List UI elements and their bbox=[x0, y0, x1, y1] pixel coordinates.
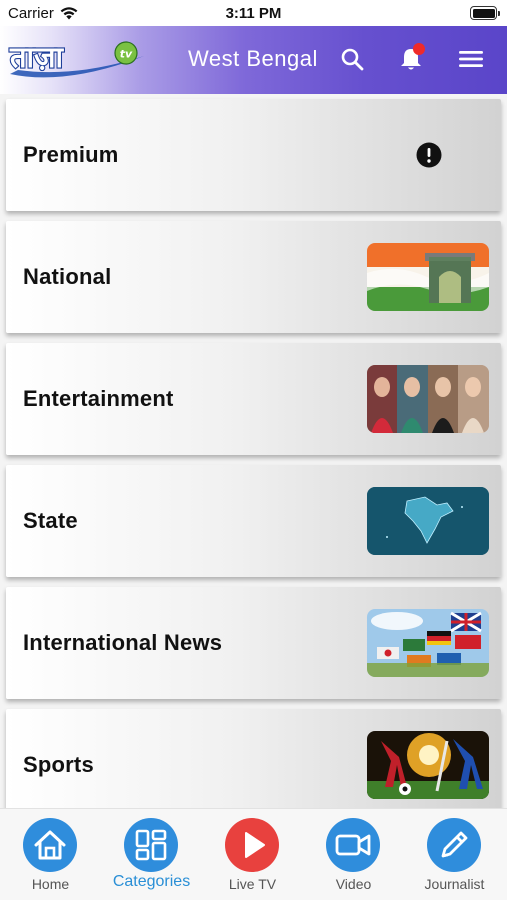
notifications-button[interactable] bbox=[394, 42, 428, 76]
category-title: International News bbox=[23, 630, 223, 655]
sports-image bbox=[367, 731, 489, 799]
play-icon bbox=[225, 818, 279, 872]
category-card-international-news[interactable]: International News bbox=[6, 587, 501, 699]
category-list[interactable]: Premium National Entertainment State Int… bbox=[0, 94, 507, 808]
tab-live-tv[interactable]: Live TV bbox=[202, 809, 303, 900]
category-card-national[interactable]: National bbox=[6, 221, 501, 333]
search-button[interactable] bbox=[335, 42, 369, 76]
flags-image bbox=[367, 609, 489, 677]
logo-badge: tv bbox=[120, 48, 133, 61]
category-title: State bbox=[23, 508, 78, 533]
logo-text: ताज़ा bbox=[9, 40, 65, 74]
bottom-tab-bar: Home Categories Live TV Video Journalist bbox=[0, 808, 507, 900]
tab-categories[interactable]: Categories bbox=[101, 809, 202, 900]
tab-home[interactable]: Home bbox=[0, 809, 101, 900]
app-header: ताज़ा tv West Bengal bbox=[0, 26, 507, 94]
india-gate-image bbox=[367, 243, 489, 311]
info-icon bbox=[416, 142, 442, 168]
menu-icon bbox=[459, 51, 483, 67]
category-title: Sports bbox=[23, 752, 94, 777]
tab-label: Video bbox=[335, 876, 372, 892]
notification-badge bbox=[413, 43, 425, 55]
home-icon bbox=[23, 818, 77, 872]
tab-video[interactable]: Video bbox=[303, 809, 404, 900]
category-card-state[interactable]: State bbox=[6, 465, 501, 577]
category-title: Entertainment bbox=[23, 386, 174, 411]
actresses-image bbox=[367, 365, 489, 433]
category-card-premium[interactable]: Premium bbox=[6, 99, 501, 211]
tab-label: Journalist bbox=[424, 876, 485, 892]
region-selector[interactable]: West Bengal bbox=[188, 46, 318, 72]
india-map-image bbox=[367, 487, 489, 555]
search-icon bbox=[341, 48, 364, 71]
category-card-sports[interactable]: Sports bbox=[6, 709, 501, 808]
taaza-tv-logo[interactable]: ताज़ा tv bbox=[6, 34, 148, 86]
status-bar: Carrier 3:11 PM bbox=[0, 0, 507, 26]
battery-icon bbox=[470, 6, 500, 20]
category-card-entertainment[interactable]: Entertainment bbox=[6, 343, 501, 455]
menu-button[interactable] bbox=[454, 42, 488, 76]
pencil-icon bbox=[427, 818, 481, 872]
clock: 3:11 PM bbox=[225, 5, 282, 22]
category-title: National bbox=[23, 264, 112, 289]
tab-label: Live TV bbox=[228, 876, 277, 892]
tab-label: Home bbox=[31, 876, 70, 892]
grid-icon bbox=[124, 818, 178, 872]
tab-journalist[interactable]: Journalist bbox=[404, 809, 505, 900]
video-camera-icon bbox=[326, 818, 380, 872]
category-title: Premium bbox=[23, 142, 119, 167]
tab-label: Categories bbox=[112, 873, 191, 890]
